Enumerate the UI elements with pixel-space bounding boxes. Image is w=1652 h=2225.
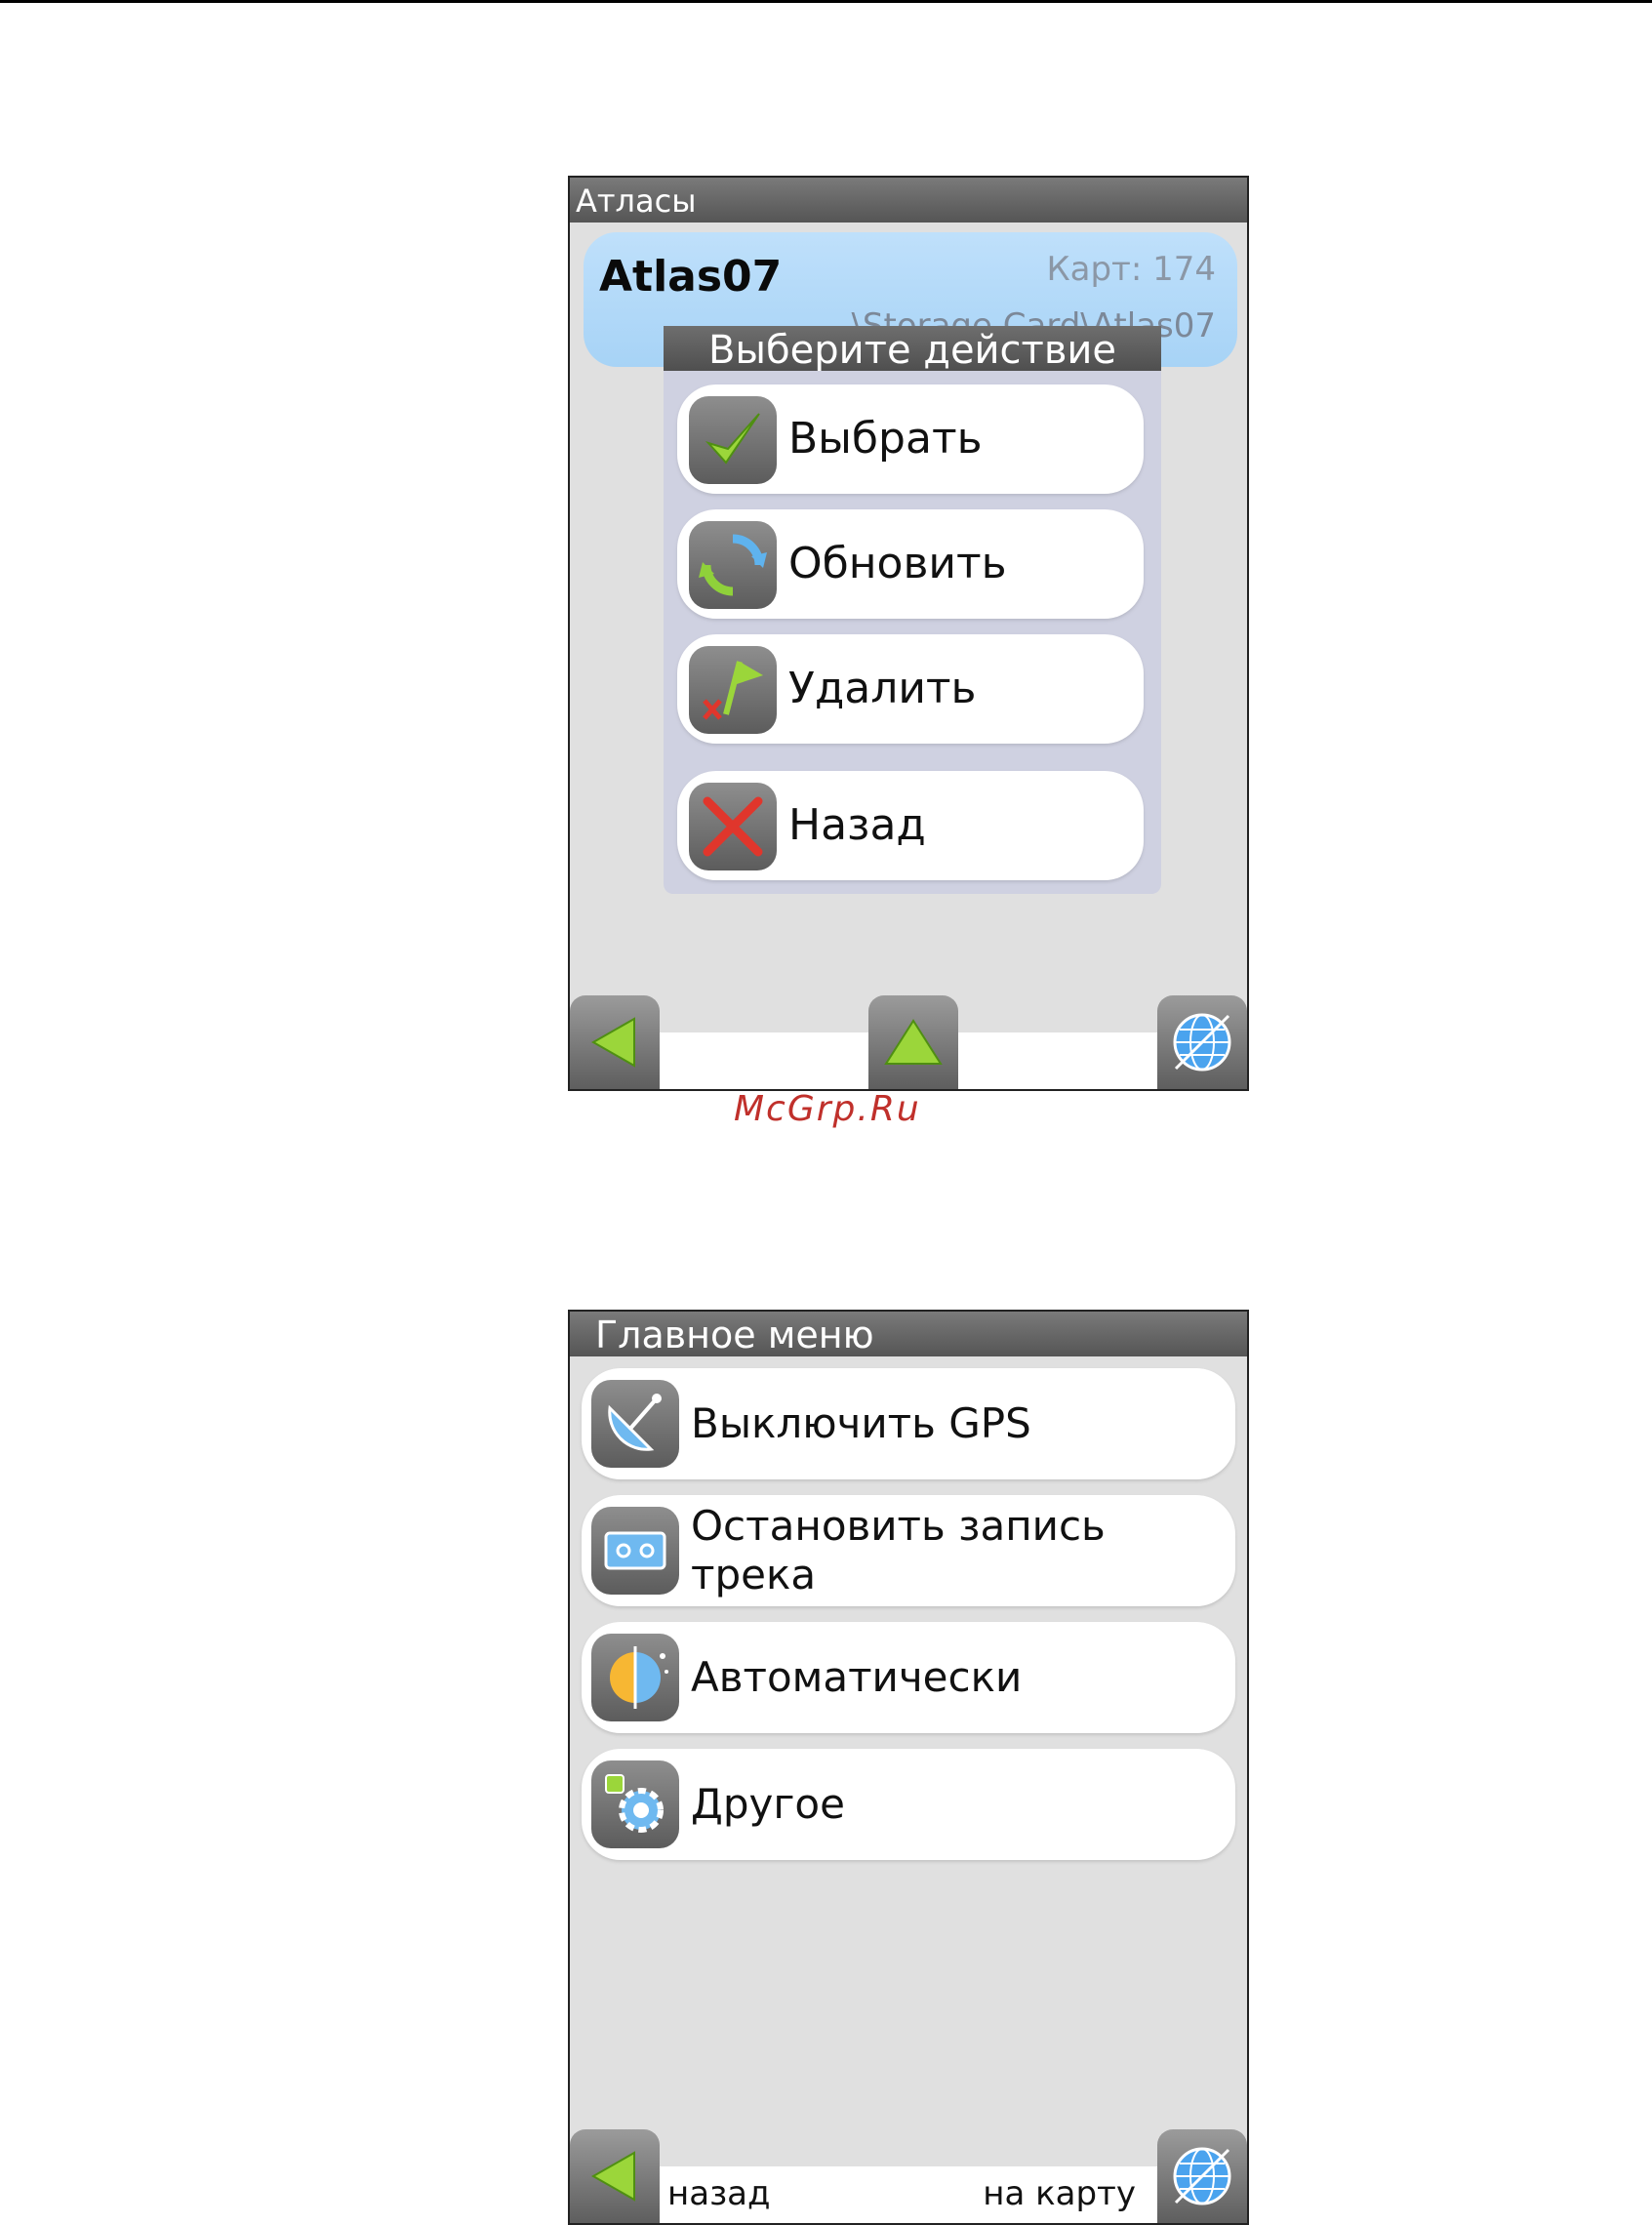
delete-button[interactable]: Удалить (677, 634, 1144, 744)
atlas-name: Atlas07 (599, 252, 783, 302)
watermark-text: McGrp.Ru (734, 1089, 921, 1129)
main-menu-title: Главное меню (570, 1312, 1247, 1356)
other-label: Другое (691, 1780, 845, 1828)
map-nav-button[interactable] (1157, 995, 1247, 1089)
tape-record-icon (591, 1507, 679, 1595)
gear-icon (591, 1760, 679, 1848)
back-action-label: Назад (788, 800, 926, 850)
up-arrow-icon (884, 1019, 943, 1065)
day-night-icon (591, 1634, 679, 1721)
close-icon (689, 783, 777, 870)
refresh-icon (689, 521, 777, 609)
gps-off-button[interactable]: Выключить GPS (582, 1368, 1235, 1479)
select-button[interactable]: Выбрать (677, 384, 1144, 494)
atlas-map-count: Карт: 174 (1046, 250, 1216, 289)
map-nav-button-main[interactable] (1157, 2129, 1247, 2223)
page-top-rule (0, 0, 1652, 3)
bottom-nav-bar-main: назад на карту (570, 2129, 1247, 2223)
stop-track-button[interactable]: Остановить запись трека (582, 1495, 1235, 1606)
bottom-nav-bar (570, 995, 1247, 1089)
satellite-dish-icon (591, 1380, 679, 1468)
refresh-button[interactable]: Обновить (677, 509, 1144, 619)
back-nav-button-main[interactable] (570, 2129, 660, 2223)
select-label: Выбрать (788, 414, 983, 464)
back-nav-button[interactable] (570, 995, 660, 1089)
refresh-label: Обновить (788, 539, 1007, 588)
delete-flag-icon (689, 646, 777, 734)
checkmark-icon (689, 396, 777, 484)
delete-label: Удалить (788, 664, 977, 713)
action-dialog: Выберите действие Выбрать Обновить Удали… (664, 326, 1161, 894)
back-arrow-icon (590, 1017, 635, 1068)
gps-off-label: Выключить GPS (691, 1399, 1031, 1447)
dialog-title: Выберите действие (664, 326, 1161, 371)
globe-icon (1173, 1013, 1231, 1072)
globe-icon (1173, 2147, 1231, 2205)
back-arrow-icon (590, 2151, 635, 2202)
atlases-title: Атласы (570, 178, 1247, 222)
stop-track-label: Остановить запись трека (691, 1502, 1106, 1598)
scroll-up-button[interactable] (868, 995, 958, 1089)
back-nav-label[interactable]: назад (667, 2174, 771, 2213)
main-menu-screen: Главное меню Выключить GPS Остановить за… (568, 1310, 1249, 2225)
atlases-screen: Атласы Atlas07 Карт: 174 \Storage Card\A… (568, 176, 1249, 1091)
auto-mode-label: Автоматически (691, 1653, 1023, 1701)
other-button[interactable]: Другое (582, 1749, 1235, 1860)
back-action-button[interactable]: Назад (677, 771, 1144, 880)
to-map-label[interactable]: на карту (983, 2174, 1136, 2213)
auto-mode-button[interactable]: Автоматически (582, 1622, 1235, 1733)
